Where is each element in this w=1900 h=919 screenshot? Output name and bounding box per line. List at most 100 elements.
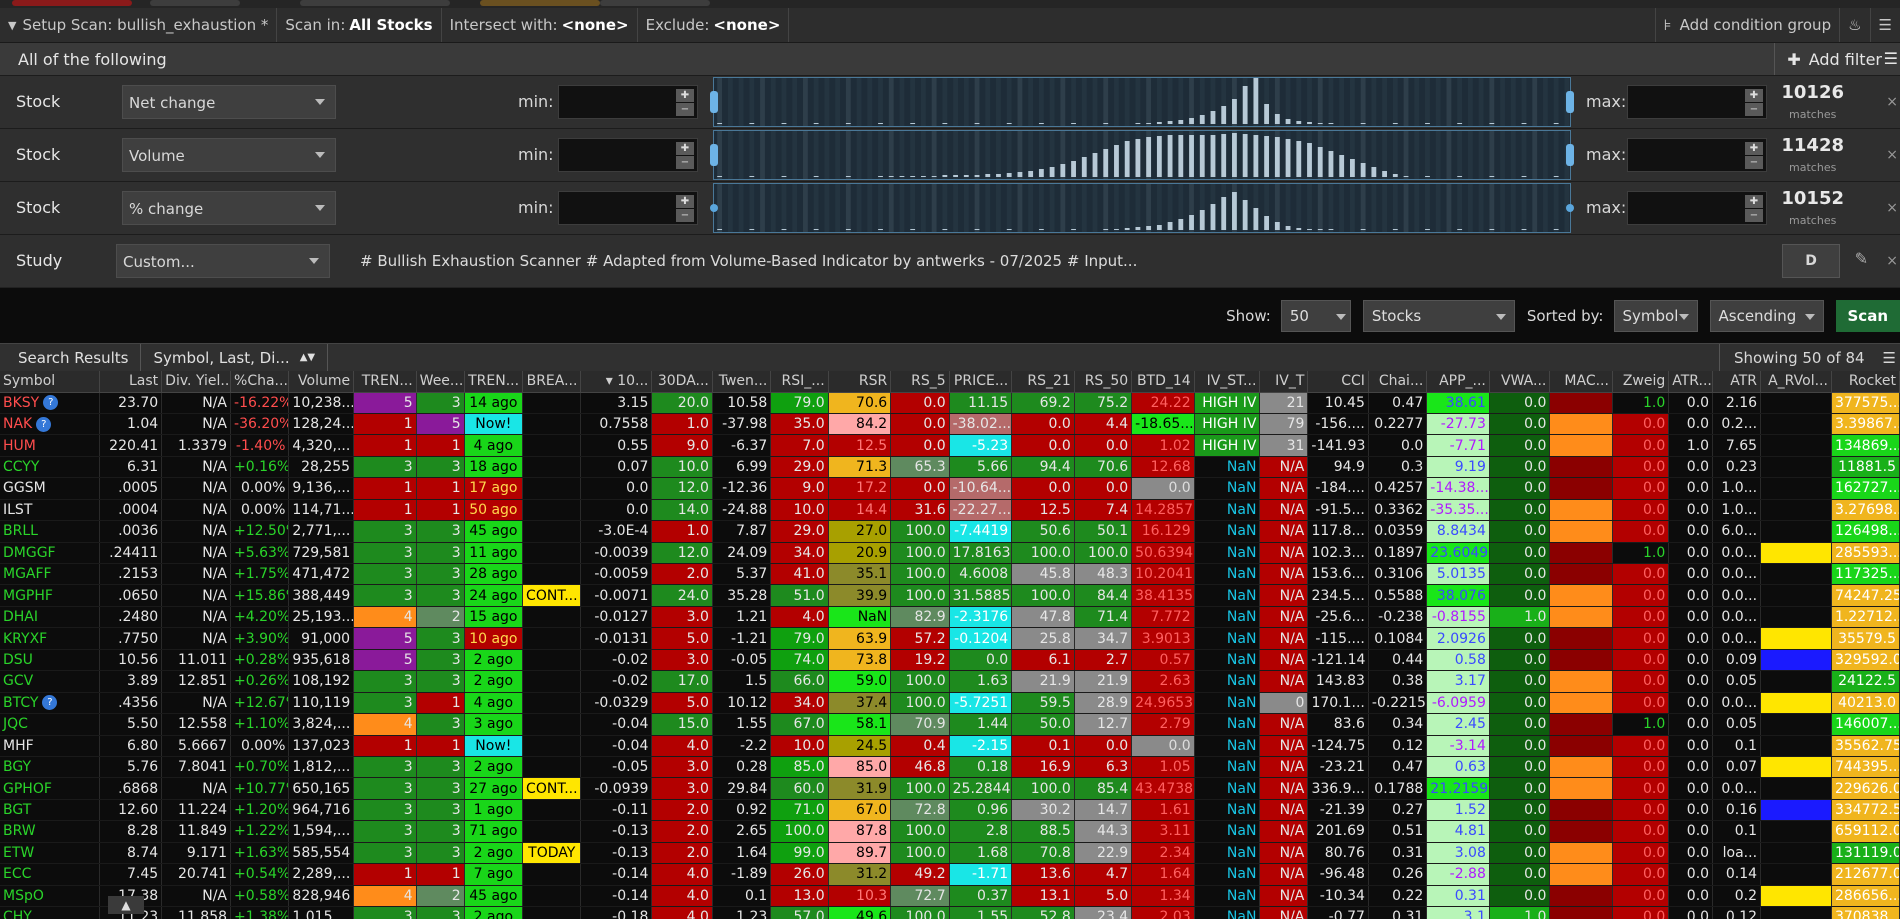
close-icon[interactable]: ×	[1886, 200, 1898, 216]
symbol-cell[interactable]: DMGGF	[0, 542, 100, 565]
table-row[interactable]: KRYXF .7750 N/A +3.90% 91,000 5 3 10 ago -0.0131…	[0, 627, 1900, 650]
table-row[interactable]: MHF 6.80 5.6667 0.00% 137,023 1 1 Now! -0.04 4.0-…	[0, 735, 1900, 757]
column-header[interactable]: ATR...	[1668, 371, 1714, 393]
scroll-to-top-button[interactable]: ▲	[108, 896, 144, 914]
column-header[interactable]: PRICE...	[949, 371, 1013, 393]
column-header[interactable]: RSI_...	[770, 371, 829, 393]
decrement-icon[interactable]: −	[676, 209, 694, 222]
sort-field-dropdown[interactable]: Symbol	[1613, 300, 1698, 332]
max-input[interactable]: ✚ −	[1627, 138, 1767, 172]
close-icon[interactable]: ×	[1886, 253, 1898, 269]
column-header[interactable]: ATR	[1712, 371, 1762, 393]
column-set-tab[interactable]: Symbol, Last, Di... ▲▼	[141, 344, 329, 371]
table-row[interactable]: CCYY 6.31 N/A +0.16% 28,255 3 3 18 ago 0.07 10.0 6…	[0, 456, 1900, 479]
table-row[interactable]: CHY 11.23 11.858 +1.38% 1,015,... 3 3 2 ago -0.1…	[0, 906, 1900, 919]
table-row[interactable]: ILST .0004 N/A 0.00% 114,71... 1 1 50 ago 0.0 14.…	[0, 499, 1900, 522]
table-row[interactable]: GCV 3.89 12.851 +0.26% 108,192 3 3 2 ago -0.02 17…	[0, 670, 1900, 693]
decrement-icon[interactable]: −	[676, 103, 694, 116]
table-row[interactable]: BTCY?.4356N/A+12.67%110,119314 ago -0.032…	[0, 692, 1900, 715]
distribution-histogram[interactable]	[710, 130, 1574, 180]
column-header[interactable]: ▾ 10...	[580, 371, 653, 393]
table-row[interactable]: MGPHF.0650N/A+15.86%388,4493324 agoCONT.…	[0, 584, 1900, 607]
increment-icon[interactable]: ✚	[676, 89, 694, 102]
search-results-tab[interactable]: Search Results	[0, 344, 142, 371]
decrement-icon[interactable]: −	[1745, 156, 1763, 169]
table-row[interactable]: DHAI .2480 N/A +4.20% 25,193... 4 2 15 ago -0.01…	[0, 606, 1900, 629]
pencil-icon[interactable]: ✎	[1855, 249, 1868, 268]
increment-icon[interactable]: ✚	[1745, 142, 1763, 155]
symbol-cell[interactable]: CHY	[0, 906, 100, 919]
menu-icon[interactable]: ☰	[1884, 49, 1898, 68]
symbol-cell[interactable]: BGT	[0, 799, 100, 822]
column-header[interactable]: Twen...	[712, 371, 772, 393]
symbol-cell[interactable]: CCYY	[0, 456, 100, 479]
symbol-cell[interactable]: KRYXF	[0, 627, 100, 650]
table-row[interactable]: BRW 8.28 11.849 +1.22% 1,594,... 3 3 71 ago -0.1…	[0, 820, 1900, 843]
min-slider-handle[interactable]	[710, 144, 718, 166]
column-header[interactable]: TREN...	[464, 371, 524, 393]
symbol-cell[interactable]: ECC	[0, 863, 100, 886]
symbol-cell[interactable]: MHF	[0, 735, 100, 757]
column-header[interactable]: Last	[99, 371, 163, 393]
column-header[interactable]: Volume	[288, 371, 355, 393]
close-icon[interactable]: ×	[1886, 147, 1898, 163]
table-row[interactable]: BKSY? 23.70 N/A -16.22% 10,238... 5 3 14 ago 3.1…	[0, 392, 1900, 414]
table-row[interactable]: HUM 220.41 1.3379 -1.40% 4,320,... 1 1 4 ago 0.5…	[0, 434, 1900, 457]
table-row[interactable]: ECC 7.45 20.741 +0.54% 2,289,... 1 1 7 ago -0.14…	[0, 863, 1900, 886]
table-row[interactable]: DSU 10.56 11.011 +0.28% 935,618 5 3 2 ago -0.02 3…	[0, 649, 1900, 672]
setup-scan-title[interactable]: ▼ Setup Scan: bullish_exhaustion *	[0, 8, 278, 42]
symbol-cell[interactable]: GGSM	[0, 477, 100, 500]
column-header[interactable]: TREN...	[353, 371, 417, 393]
increment-icon[interactable]: ✚	[676, 142, 694, 155]
show-count-dropdown[interactable]: 50	[1280, 300, 1351, 332]
symbol-cell[interactable]: ETW	[0, 842, 100, 865]
scan-button[interactable]: Scan	[1835, 300, 1900, 332]
table-row[interactable]: DMGGF .24411 N/A +5.63% 729,581 3 3 11 ago -0.00…	[0, 542, 1900, 565]
max-slider-handle[interactable]	[1566, 204, 1574, 212]
symbol-cell[interactable]: BKSY?	[0, 392, 100, 414]
study-dropdown[interactable]: Custom...	[116, 244, 330, 278]
increment-icon[interactable]: ✚	[1745, 195, 1763, 208]
close-icon[interactable]: ×	[1886, 94, 1898, 110]
table-row[interactable]: MGAFF .2153 N/A +1.75% 471,472 3 3 28 ago -0.005…	[0, 563, 1900, 586]
column-header[interactable]: CCI	[1307, 371, 1369, 393]
min-input[interactable]: ✚ −	[558, 85, 698, 119]
symbol-cell[interactable]: BGY	[0, 756, 100, 779]
decrement-icon[interactable]: −	[676, 156, 694, 169]
symbol-cell[interactable]: BRLL	[0, 520, 100, 543]
sort-order-dropdown[interactable]: Ascending	[1709, 300, 1824, 332]
table-row[interactable]: BGY 5.76 7.8041 +0.70% 1,812,... 3 3 2 ago -0.05…	[0, 756, 1900, 779]
min-input[interactable]: ✚ −	[558, 191, 698, 225]
distribution-histogram[interactable]	[710, 77, 1574, 127]
column-header[interactable]: Chai...	[1368, 371, 1428, 393]
symbol-cell[interactable]: BRW	[0, 820, 100, 843]
increment-icon[interactable]: ✚	[676, 195, 694, 208]
symbol-cell[interactable]: MGAFF	[0, 563, 100, 586]
column-header[interactable]: 30DA...	[651, 371, 713, 393]
table-row[interactable]: BRLL.0036N/A+12.50%2,771,...3345 ago-3.0…	[0, 520, 1900, 543]
column-header[interactable]: RSR	[828, 371, 892, 393]
add-filter-button[interactable]: ✚ Add filter	[1774, 43, 1882, 75]
symbol-cell[interactable]: ILST	[0, 499, 100, 522]
info-icon[interactable]: ?	[36, 416, 52, 432]
filter-field-dropdown[interactable]: % change	[122, 191, 336, 225]
info-icon[interactable]: ?	[42, 695, 58, 711]
symbol-cell[interactable]: BTCY?	[0, 692, 100, 715]
flame-icon[interactable]: ♨	[1840, 8, 1871, 42]
info-icon[interactable]: ?	[43, 395, 59, 411]
column-header[interactable]: APP_...	[1426, 371, 1490, 393]
scan-in-selector[interactable]: Scan in: All Stocks	[277, 8, 442, 42]
table-row[interactable]: GPHOF.6868N/A+10.77%650,1653327 agoCONT.…	[0, 777, 1900, 800]
column-header[interactable]: A_RVol...	[1760, 371, 1832, 393]
menu-icon[interactable]: ☰	[1879, 349, 1900, 367]
symbol-cell[interactable]: GPHOF	[0, 777, 100, 800]
column-header[interactable]: RS_21	[1011, 371, 1075, 393]
column-header[interactable]: IV_T	[1259, 371, 1309, 393]
symbol-cell[interactable]: JQC	[0, 713, 100, 736]
table-row[interactable]: NAK? 1.04 N/A -36.20% 128,24... 1 5 Now! 0.7558 1…	[0, 413, 1900, 436]
decrement-icon[interactable]: −	[1745, 103, 1763, 116]
column-header[interactable]: MAC...	[1549, 371, 1613, 393]
add-condition-group-button[interactable]: ⊧ Add condition group	[1654, 8, 1841, 42]
study-script-text[interactable]: # Bullish Exhaustion Scanner # Adapted f…	[360, 252, 1137, 270]
max-slider-handle[interactable]	[1566, 91, 1574, 113]
